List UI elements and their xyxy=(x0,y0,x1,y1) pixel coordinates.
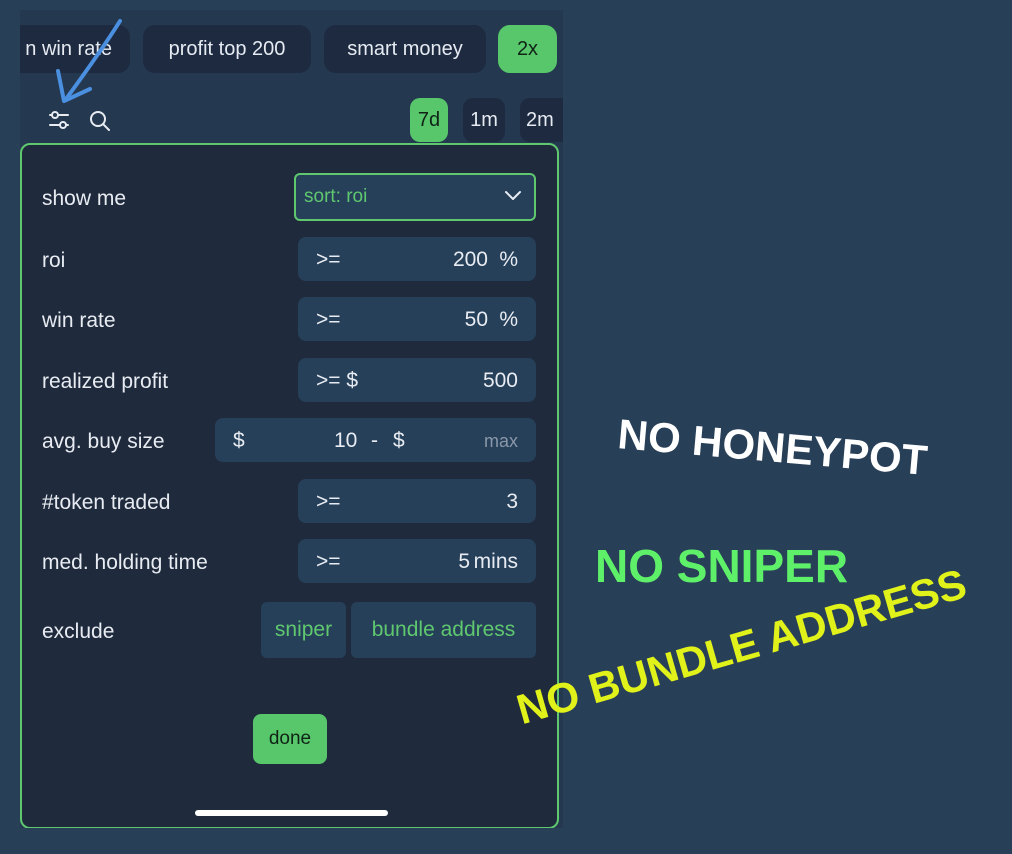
token-traded-input[interactable]: >= 3 xyxy=(298,479,536,523)
avg-buy-size-range[interactable]: $ 10 - $ max xyxy=(215,418,536,462)
app-screen: n win rate profit top 200 smart money 2x… xyxy=(20,10,563,828)
pill-profit-top-200[interactable]: profit top 200 xyxy=(143,25,311,73)
avg-buy-min-prefix: $ xyxy=(233,429,245,452)
avg-buy-max-placeholder: max xyxy=(483,431,518,451)
holding-time-unit: mins xyxy=(473,550,518,573)
win-rate-operator: >= xyxy=(316,308,341,331)
roi-input[interactable]: >= 200 % xyxy=(298,237,536,281)
roi-value: 200 xyxy=(452,248,488,271)
holding-time-input[interactable]: >= 5 mins xyxy=(298,539,536,583)
realized-profit-value: 500 xyxy=(482,369,518,392)
timeframe-1m[interactable]: 1m xyxy=(463,98,505,142)
pill-2x[interactable]: 2x xyxy=(498,25,557,73)
exclude-label: exclude xyxy=(42,620,115,643)
annotation-no-honeypot: NO HONEYPOT xyxy=(615,410,930,484)
pill-smart-money[interactable]: smart money xyxy=(324,25,486,73)
annotation-no-sniper: NO SNIPER xyxy=(595,540,849,592)
token-traded-label: #token traded xyxy=(42,491,171,514)
roi-unit: % xyxy=(499,248,518,271)
avg-buy-size-label: avg. buy size xyxy=(42,430,165,453)
filter-sheet: show me sort: roi roi >= 200 % win rate … xyxy=(20,143,559,828)
holding-time-label: med. holding time xyxy=(42,551,208,574)
sort-select[interactable]: sort: roi xyxy=(294,173,536,221)
win-rate-label: win rate xyxy=(42,309,116,332)
realized-profit-operator: >= $ xyxy=(316,369,359,392)
avg-buy-dash: - xyxy=(371,429,378,452)
roi-label: roi xyxy=(42,249,66,272)
holding-time-operator: >= xyxy=(316,550,341,573)
win-rate-value: 50 xyxy=(464,308,488,331)
done-button[interactable]: done xyxy=(253,714,327,764)
annotation-arrow-icon xyxy=(56,19,122,103)
avg-buy-min-value: 10 xyxy=(334,429,358,452)
roi-operator: >= xyxy=(316,248,341,271)
token-traded-value: 3 xyxy=(506,490,518,513)
win-rate-unit: % xyxy=(499,308,518,331)
exclude-bundle-address-toggle[interactable]: bundle address xyxy=(351,602,536,658)
realized-profit-input[interactable]: >= $ 500 xyxy=(298,358,536,402)
search-icon[interactable] xyxy=(88,109,112,138)
home-indicator xyxy=(195,810,388,816)
timeframe-2m[interactable]: 2m xyxy=(520,98,563,142)
timeframe-7d[interactable]: 7d xyxy=(410,98,448,142)
sort-select-value: sort: roi xyxy=(304,186,368,207)
win-rate-input[interactable]: >= 50 % xyxy=(298,297,536,341)
show-me-label: show me xyxy=(42,187,127,210)
avg-buy-max-prefix: $ xyxy=(393,429,405,452)
token-traded-operator: >= xyxy=(316,490,341,513)
chevron-down-icon xyxy=(505,191,521,200)
exclude-sniper-toggle[interactable]: sniper xyxy=(261,602,346,658)
realized-profit-label: realized profit xyxy=(42,370,169,393)
holding-time-value: 5 xyxy=(458,550,470,573)
sliders-icon[interactable] xyxy=(48,109,70,136)
